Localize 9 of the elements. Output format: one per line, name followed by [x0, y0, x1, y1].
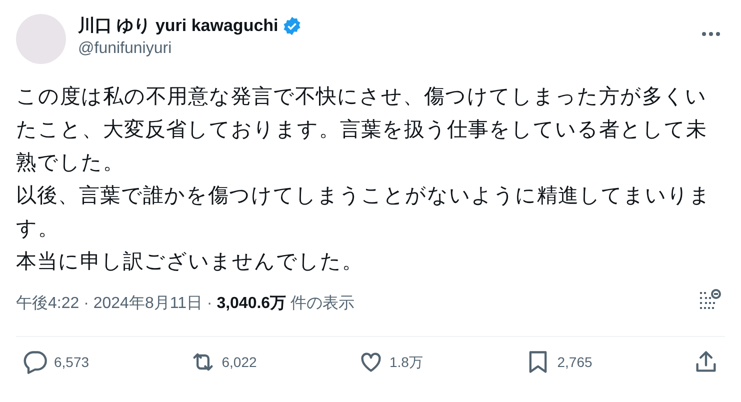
user-handle[interactable]: @funifuniyuri — [78, 38, 693, 60]
reply-count: 6,573 — [54, 352, 90, 372]
repost-count: 6,022 — [222, 352, 257, 372]
like-count: 1.8万 — [390, 352, 423, 372]
display-name[interactable]: 川口 ゆり yuri kawaguchi — [78, 15, 278, 37]
comment-icon[interactable] — [22, 349, 48, 375]
post-timestamp-and-views: 午後4:22 · 2024年8月11日 · 3,040.6万 件の表示 — [16, 294, 355, 314]
post-text: この度は私の不用意な発言で不快にさせ、傷つけてしまった方が多くいたこと、大変反省しております。言葉を扱う仕事をしている者として未熟でした。 以後、言葉で誰かを傷つけてしまうことがないように精進してまいります。 本当に申し訳ございませんでした。 — [16, 84, 712, 275]
bookmark-count: 2,765 — [557, 352, 592, 372]
